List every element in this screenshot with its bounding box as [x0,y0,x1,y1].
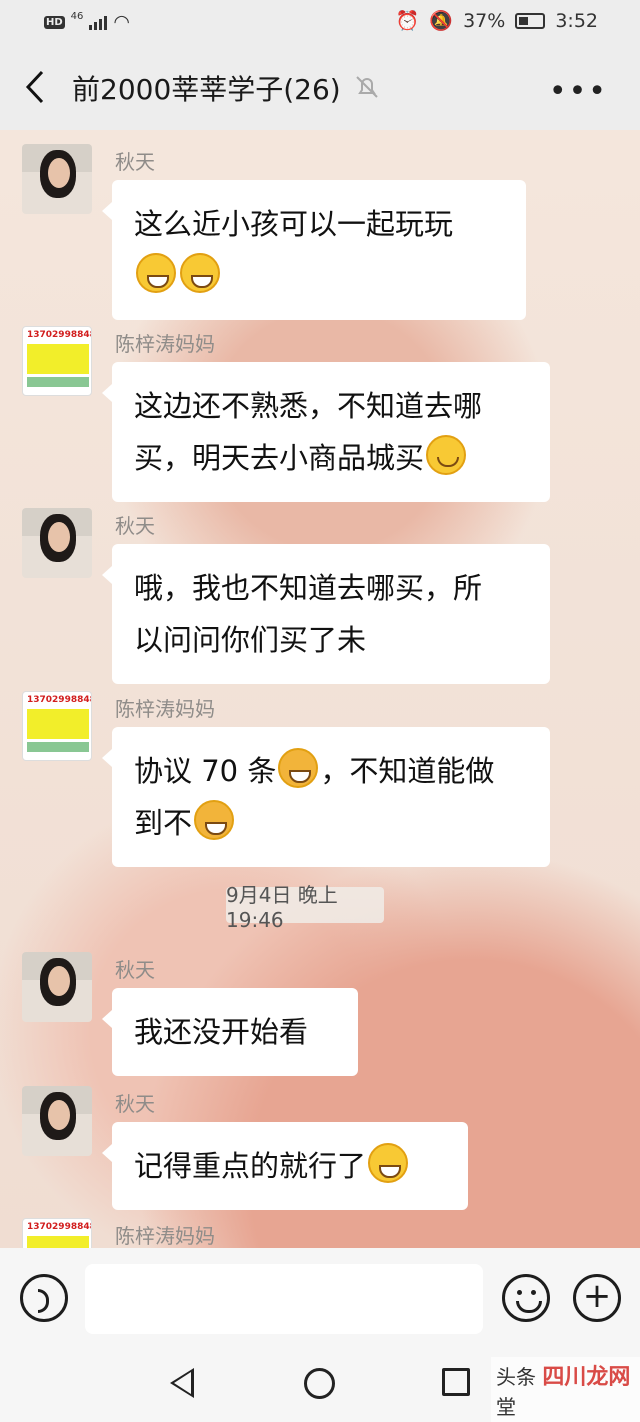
watermark: 头条 四川龙网堂 [491,1357,640,1422]
message-text-line: 哦，我也不知道去哪买，所 [134,571,483,605]
battery-percentage: 37% [463,9,506,32]
message-input[interactable] [85,1264,483,1334]
sender-name: 陈梓涛妈妈 [115,697,215,721]
avatar[interactable]: 13702998848 [22,1218,92,1248]
avatar[interactable]: 13702998848 [22,326,92,396]
message-bubble[interactable]: 协议 70 条 ，不知道能做 到不 [102,727,550,867]
bell-off-icon: 🔕 [429,10,454,32]
grin-emoji-icon [136,253,176,293]
back-icon[interactable] [170,1368,194,1398]
message-text-line: ，不知道能做 [320,754,495,788]
message-bubble[interactable]: 哦，我也不知道去哪买，所 以问问你们买了未 [102,544,550,684]
avatar[interactable] [22,952,92,1022]
wifi-icon: ◠ [113,11,130,33]
network-type-label: 46 [70,10,84,22]
timestamp-label: 9月4日 晚上19:46 [226,883,384,932]
watermark-prefix: 头条 [496,1365,536,1389]
sender-name: 秋天 [115,958,155,982]
battery-icon [515,12,546,29]
status-left-icons: HD 46 ◠ [44,11,130,33]
message-bubble[interactable]: 这边还不熟悉，不知道去哪 买，明天去小商品城买 [102,362,550,502]
more-options-button[interactable]: ••• [549,74,608,109]
grin-emoji-icon [180,253,220,293]
sender-name: 秋天 [115,150,155,174]
avatar[interactable] [22,1086,92,1156]
smile-icon[interactable] [502,1274,550,1322]
message-bubble[interactable]: 记得重点的就行了 [102,1122,468,1210]
sender-name: 陈梓涛妈妈 [115,1224,215,1248]
hd-icon: HD [44,15,65,29]
cry-emoji-icon [194,800,235,840]
alarm-icon: ⏰ [395,10,420,32]
sender-name: 秋天 [115,514,155,538]
cry-emoji-icon [278,748,319,788]
message-text-line: 以问问你们买了未 [134,623,367,657]
input-bar: + 头条 四川龙网堂 [0,1248,640,1422]
voice-icon[interactable] [20,1274,68,1322]
message-text-line: 协议 70 条 [134,754,277,788]
status-bar: HD 46 ◠ ⏰ 🔕 37% 3:52 [0,0,640,44]
home-icon[interactable] [304,1368,335,1399]
recent-apps-icon[interactable] [442,1368,470,1396]
avatar[interactable] [22,508,92,578]
status-right-icons: ⏰ 🔕 37% 3:52 [395,9,598,33]
watermark-suffix: 堂 [496,1395,516,1419]
avatar-phone-number: 13702998848 [27,1222,92,1232]
bell-off-icon [356,76,378,98]
message-text-line: 这边还不熟悉，不知道去哪 [134,389,483,423]
message-text: 记得重点的就行了 [134,1149,367,1183]
watermark-brand: 四川龙网 [542,1365,631,1390]
avatar[interactable] [22,144,92,214]
chat-header: 前2000莘莘学子(26) ••• [0,44,640,130]
plus-icon[interactable]: + [573,1274,621,1322]
chat-messages[interactable]: 秋天 这么近小孩可以一起玩玩 13702998848 陈梓涛妈妈 这边还不熟悉，… [0,130,640,1248]
sender-name: 秋天 [115,1092,155,1116]
message-text-line: 到不 [134,806,193,840]
chat-title: 前2000莘莘学子(26) [72,73,341,106]
message-text-line: 买，明天去小商品城买 [134,441,425,475]
avatar-phone-number: 13702998848 [27,330,92,340]
avatar-phone-number: 13702998848 [27,695,92,705]
chevron-left-icon[interactable] [20,68,54,106]
grin-emoji-icon [368,1143,409,1183]
smile-emoji-icon [426,435,467,475]
message-bubble[interactable]: 这么近小孩可以一起玩玩 [102,180,526,320]
message-text: 这么近小孩可以一起玩玩 [134,207,454,241]
message-text: 我还没开始看 [134,1015,309,1049]
avatar[interactable]: 13702998848 [22,691,92,761]
signal-icon [89,14,108,30]
sender-name: 陈梓涛妈妈 [115,332,215,356]
message-bubble[interactable]: 我还没开始看 [102,988,358,1076]
clock-time: 3:52 [555,9,598,32]
